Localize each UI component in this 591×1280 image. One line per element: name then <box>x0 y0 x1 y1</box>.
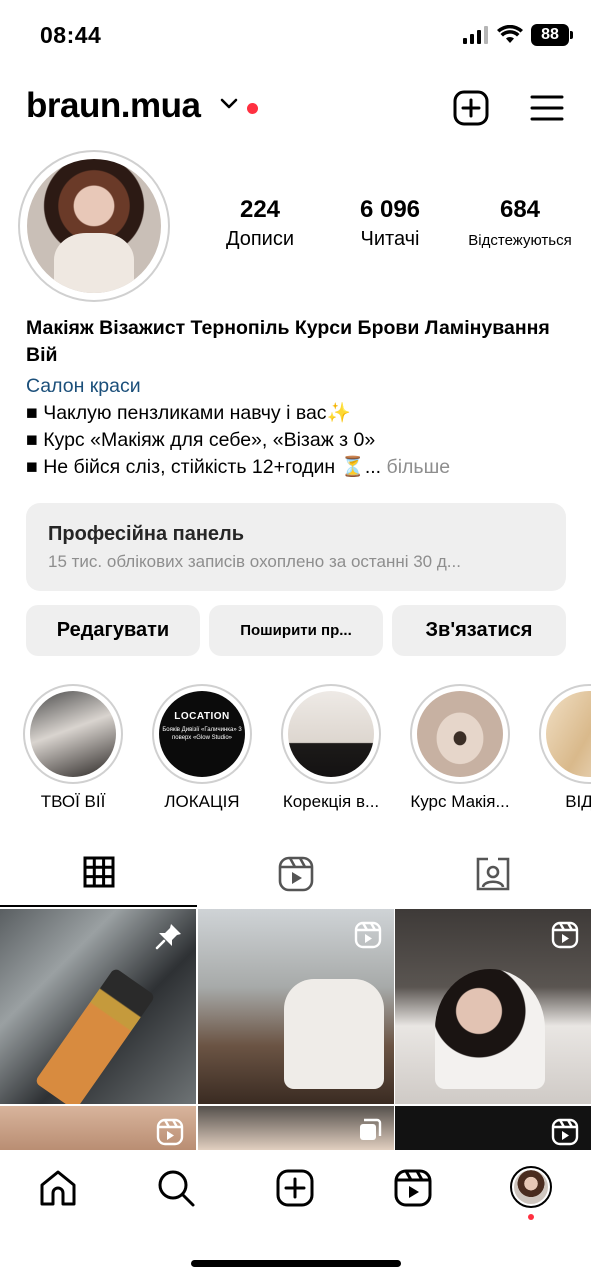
grid-post[interactable] <box>395 909 591 1104</box>
reels-icon[interactable] <box>393 1168 433 1208</box>
nav-avatar-photo <box>514 1170 548 1204</box>
highlight-cover <box>288 691 374 777</box>
grid-post[interactable] <box>197 1106 394 1152</box>
grid-post[interactable] <box>395 1106 591 1152</box>
bio-line: ■ Курс «Макіяж для себе», «Візаж з 0» <box>26 429 376 451</box>
reels-icon <box>278 856 313 892</box>
create-icon[interactable] <box>275 1168 315 1208</box>
stat-followers-label: Читачі <box>360 228 420 250</box>
highlight-label: Курс Макія... <box>410 792 510 811</box>
highlight-cover <box>30 691 116 777</box>
chevron-down-icon[interactable] <box>220 98 238 110</box>
reel-icon <box>551 921 579 949</box>
wifi-icon <box>497 25 523 43</box>
highlight-item[interactable]: ТВОЇ ВІЇ <box>22 684 124 812</box>
story-highlights: ТВОЇ ВІЇ LOCATION Бояків Дивізії «Галичи… <box>22 684 591 814</box>
highlight-ring <box>23 684 123 784</box>
reel-icon <box>156 1118 184 1146</box>
post-image-person <box>435 969 545 1089</box>
carousel-icon <box>359 1118 381 1140</box>
post-image-chair <box>283 979 384 1089</box>
grid-post[interactable] <box>197 909 394 1104</box>
stat-followers-value: 6 096 <box>359 196 421 223</box>
nav-avatar <box>510 1166 552 1208</box>
grid-post[interactable] <box>0 1106 196 1152</box>
status-icons: 88 <box>463 24 573 46</box>
status-bar: 08:44 88 <box>0 0 591 70</box>
highlight-label: ЛОКАЦІЯ <box>164 792 240 811</box>
stat-posts[interactable]: 224 Дописи <box>195 196 325 251</box>
highlight-item[interactable]: LOCATION Бояків Дивізії «Галичинка» 3 по… <box>151 684 253 812</box>
bio-more-link[interactable]: більше <box>387 456 451 478</box>
highlight-item[interactable]: ВІДГУ <box>538 684 591 812</box>
edit-profile-button[interactable]: Редагувати <box>26 605 200 656</box>
highlight-label: Корекція в... <box>282 792 380 811</box>
reel-icon <box>354 921 381 949</box>
post-image-bottle <box>34 967 156 1104</box>
highlight-ring <box>281 684 381 784</box>
tab-grid[interactable] <box>0 850 197 908</box>
signal-icon <box>463 26 488 44</box>
profile-actions: Редагувати Поширити пр... Зв'язатися <box>26 605 566 656</box>
highlight-cover-text: Бояків Дивізії «Галичинка» 3 поверх «Glo… <box>162 727 242 741</box>
profile-header: braun.mua <box>26 84 566 134</box>
battery-icon: 88 <box>531 24 573 46</box>
pro-panel-title: Професійна панель <box>48 523 245 545</box>
profile-photo <box>27 159 161 293</box>
pro-panel-subtitle: 15 тис. облікових записів охоплено за ос… <box>48 552 461 571</box>
posts-grid <box>0 909 591 1152</box>
highlight-ring <box>539 684 591 784</box>
tab-tagged[interactable] <box>394 850 591 908</box>
highlight-cover <box>417 691 503 777</box>
highlight-cover: LOCATION Бояків Дивізії «Галичинка» 3 по… <box>159 691 245 777</box>
stat-posts-value: 224 <box>239 196 281 223</box>
highlight-label: ВІДГУ <box>565 792 591 811</box>
bio: Макіяж Візажист Тернопіль Курси Брови Ла… <box>26 315 571 481</box>
pin-icon <box>155 924 181 950</box>
highlight-item[interactable]: Корекція в... <box>280 684 382 812</box>
profile-stats: 224 Дописи 6 096 Читачі 684 Відстежуютьс… <box>195 196 585 251</box>
home-icon[interactable] <box>38 1168 78 1208</box>
bio-name: Макіяж Візажист Тернопіль Курси Брови Ла… <box>26 317 550 366</box>
bio-line: ■ Чаклую пензликами навчу і вас✨ <box>26 402 351 424</box>
grid-post[interactable] <box>0 909 196 1104</box>
profile-tabs <box>0 850 591 908</box>
highlight-ring <box>410 684 510 784</box>
grid-icon <box>83 856 114 888</box>
notification-dot <box>247 103 258 114</box>
profile-avatar[interactable] <box>18 150 170 302</box>
stat-following-label: Відстежуються <box>468 232 572 249</box>
notification-dot <box>528 1214 534 1220</box>
profile-tab[interactable] <box>510 1166 552 1220</box>
tab-reels[interactable] <box>197 850 394 908</box>
create-post-icon[interactable] <box>453 90 489 126</box>
highlight-cover-title: LOCATION <box>174 711 230 722</box>
status-time: 08:44 <box>40 22 102 48</box>
active-tab-indicator <box>0 905 197 907</box>
bio-category[interactable]: Салон краси <box>26 373 571 400</box>
highlight-item[interactable]: Курс Макія... <box>409 684 511 812</box>
highlight-ring: LOCATION Бояків Дивізії «Галичинка» 3 по… <box>152 684 252 784</box>
stat-posts-label: Дописи <box>225 228 295 250</box>
share-profile-button[interactable]: Поширити пр... <box>209 605 383 656</box>
stat-following[interactable]: 684 Відстежуються <box>455 196 585 251</box>
contact-button[interactable]: Зв'язатися <box>392 605 566 656</box>
highlight-label: ТВОЇ ВІЇ <box>40 792 106 811</box>
tagged-icon <box>476 857 509 891</box>
stat-following-value: 684 <box>499 196 541 223</box>
username[interactable]: braun.mua <box>26 86 201 126</box>
search-icon[interactable] <box>156 1168 196 1208</box>
bio-line-text: ■ Не бійся сліз, стійкість 12+годин ⏳... <box>26 456 382 478</box>
reel-icon <box>551 1118 579 1146</box>
professional-dashboard[interactable]: Професійна панель 15 тис. облікових запи… <box>26 503 566 591</box>
bio-line: ■ Не бійся сліз, стійкість 12+годин ⏳...… <box>26 454 571 481</box>
home-indicator <box>191 1260 401 1267</box>
menu-icon[interactable] <box>530 94 564 122</box>
highlight-cover <box>546 691 591 777</box>
stat-followers[interactable]: 6 096 Читачі <box>325 196 455 251</box>
